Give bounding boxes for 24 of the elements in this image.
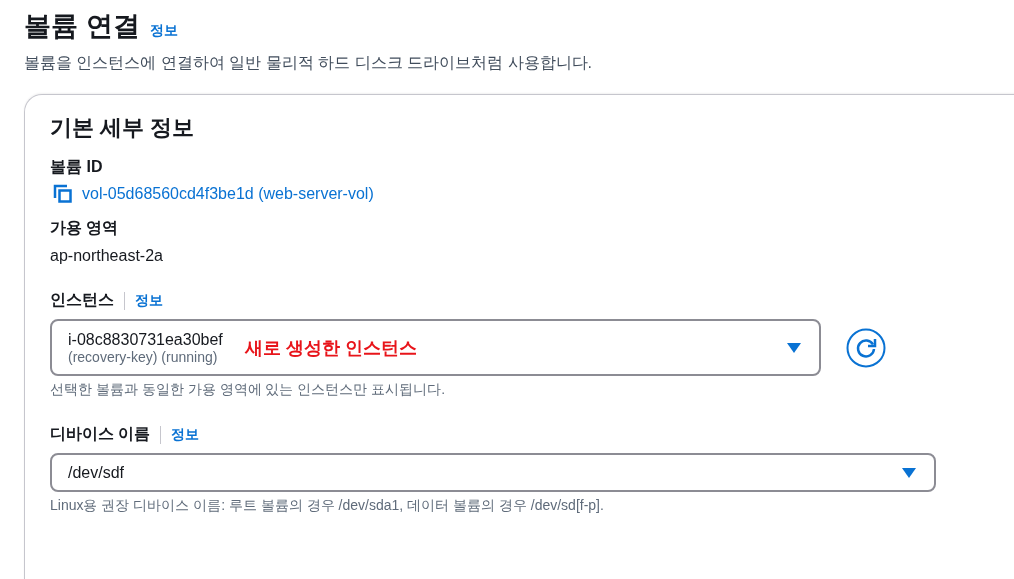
field-label: 볼륨 ID <box>50 157 104 177</box>
field-value: ap-northeast-2a <box>50 247 164 265</box>
copy-icon[interactable] <box>53 184 73 204</box>
caret-icon <box>787 342 801 353</box>
info-link[interactable]: 정보 <box>171 425 200 444</box>
page-title: 볼륨 연결 <box>24 10 140 43</box>
refresh-button[interactable] <box>846 327 886 368</box>
select-value: i-08c8830731ea30bef <box>68 330 223 349</box>
field-label: 가용 영역 <box>50 218 120 238</box>
hint-text: 선택한 볼륨과 동일한 가용 영역에 있는 인스턴스만 표시됩니다. <box>50 381 447 399</box>
hint-text: Linux용 권장 디바이스 이름: 루트 볼륨의 경우 /dev/sda1, 데이터 볼륨의 경우 /dev/sd[f-p]. <box>50 497 605 515</box>
caret-icon <box>902 467 916 478</box>
info-link[interactable]: 정보 <box>149 22 178 40</box>
instance-select[interactable]: i-08c8830731ea30bef (recovery-key) (running) 새로 생성한 인스턴스 <box>50 319 821 376</box>
section-title: 기본 세부 정보 <box>50 114 196 142</box>
field-label: 디바이스 이름 <box>50 424 151 444</box>
page-description: 볼륨을 인스턴스에 연결하여 일반 물리적 하드 디스크 드라이브처럼 사용합니다. <box>24 53 593 73</box>
field-label: 인스턴스 <box>50 290 114 310</box>
select-value: /dev/sdf <box>68 463 125 482</box>
device-select[interactable]: /dev/sdf <box>50 453 936 492</box>
info-link[interactable]: 정보 <box>135 291 163 310</box>
annotation-text: 새로 생성한 인스턴스 <box>244 336 417 360</box>
volume-link[interactable]: vol-05d68560cd4f3be1d (web-server-vol) <box>82 185 374 203</box>
select-description: (recovery-key) (running) <box>68 348 219 365</box>
